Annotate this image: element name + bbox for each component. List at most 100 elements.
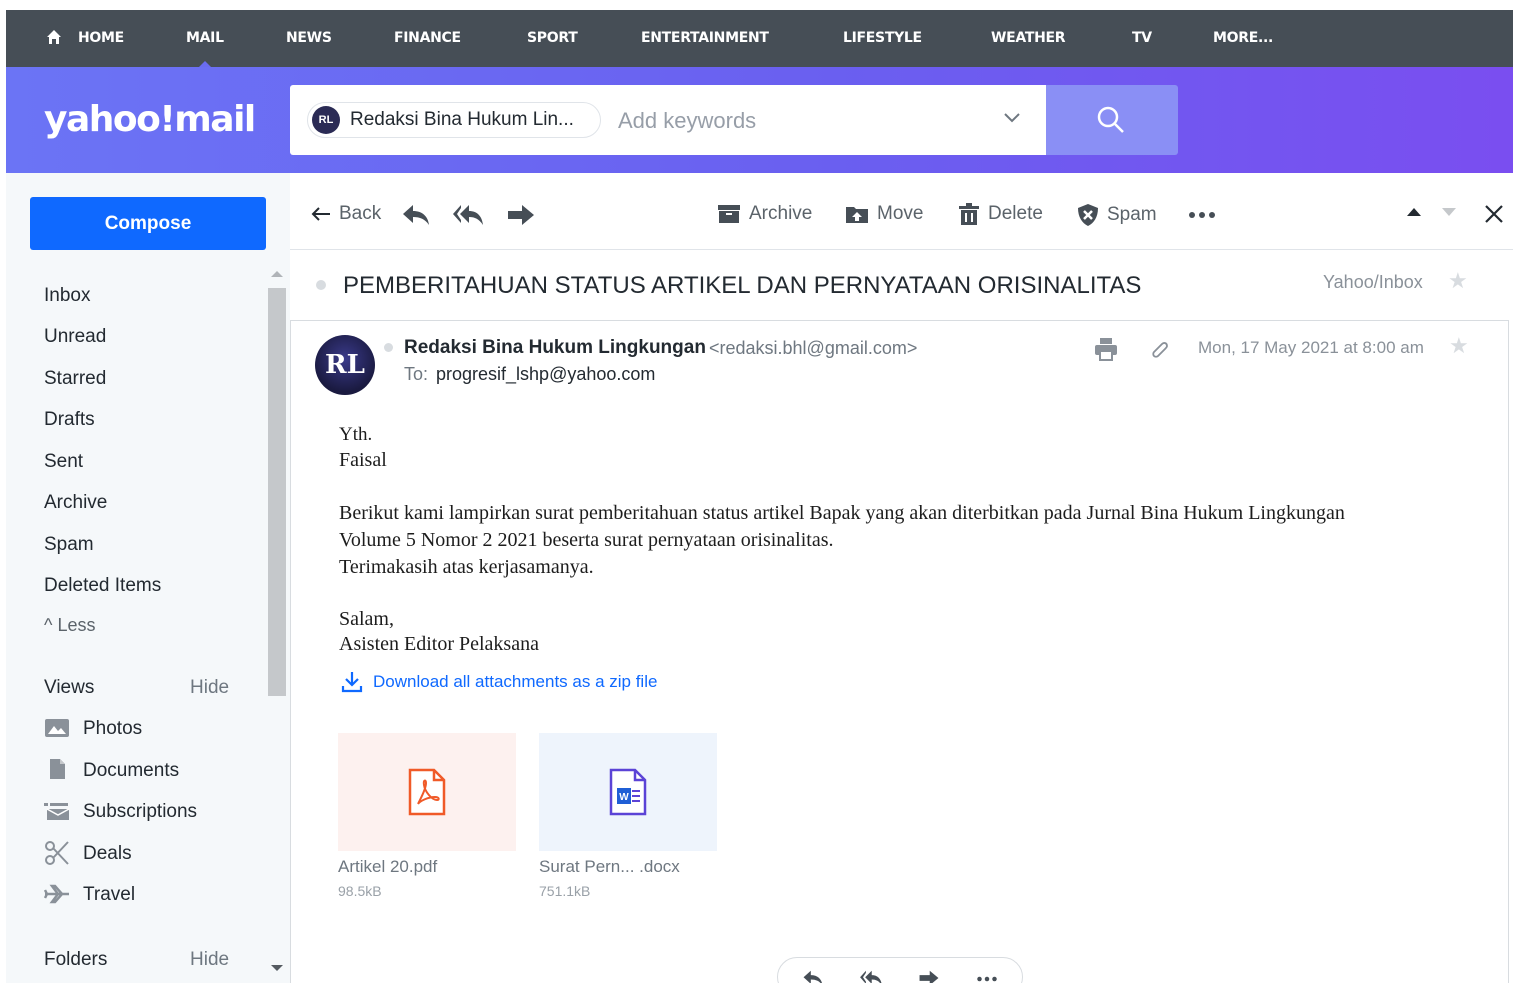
top-navigation-bar: HOME MAIL NEWS FINANCE SPORT ENTERTAINME… xyxy=(6,10,1513,68)
message-star-icon[interactable]: ★ xyxy=(1449,333,1469,359)
forward-icon[interactable] xyxy=(507,204,535,226)
compose-button[interactable]: Compose xyxy=(30,197,266,250)
move-icon xyxy=(846,207,868,223)
floating-action-bar xyxy=(777,957,1023,983)
chip-label: Redaksi Bina Hukum Lin... xyxy=(350,109,574,130)
nav-entertainment[interactable]: ENTERTAINMENT xyxy=(641,30,769,46)
search-button[interactable] xyxy=(1046,85,1178,155)
more-options-icon[interactable] xyxy=(974,976,1000,982)
reply-all-icon[interactable] xyxy=(452,204,484,226)
sidebar-item-deleted-items[interactable]: Deleted Items xyxy=(44,575,161,597)
nav-home[interactable]: HOME xyxy=(78,30,124,46)
attachment-size: 751.1kB xyxy=(539,883,591,899)
sidebar-item-travel[interactable]: Travel xyxy=(83,884,135,906)
sidebar-item-sent[interactable]: Sent xyxy=(44,451,83,473)
views-section-title: Views xyxy=(44,677,95,698)
nav-more[interactable]: MORE... xyxy=(1213,30,1273,46)
delete-button[interactable]: Delete xyxy=(958,203,1043,225)
archive-label: Archive xyxy=(749,203,813,224)
sidebar-item-inbox[interactable]: Inbox xyxy=(44,285,90,307)
sidebar-item-spam[interactable]: Spam xyxy=(44,534,94,556)
subject-row: PEMBERITAHUAN STATUS ARTIKEL DAN PERNYAT… xyxy=(290,250,1513,320)
reply-icon[interactable] xyxy=(802,970,824,983)
shield-icon xyxy=(1078,204,1098,226)
sidebar-scrollbar[interactable] xyxy=(268,288,286,696)
delete-label: Delete xyxy=(988,203,1043,224)
less-label: Less xyxy=(57,615,96,635)
reply-icon[interactable] xyxy=(402,204,430,226)
nav-weather[interactable]: WEATHER xyxy=(991,30,1066,46)
body-closing-2: Asisten Editor Pelaksana xyxy=(339,633,539,655)
reply-all-icon[interactable] xyxy=(858,970,884,983)
message-pane: Back Archive Move Delete Spam PEMBERITAH… xyxy=(290,173,1513,983)
sender-avatar: RL xyxy=(315,335,375,395)
message-toolbar: Back Archive Move Delete Spam xyxy=(290,173,1513,250)
spam-button[interactable]: Spam xyxy=(1077,203,1157,227)
previous-message-icon[interactable] xyxy=(1406,207,1422,217)
message-date: Mon, 17 May 2021 at 8:00 am xyxy=(1198,338,1424,357)
sidebar-item-archive[interactable]: Archive xyxy=(44,492,107,514)
home-icon[interactable] xyxy=(46,29,62,45)
sidebar-item-drafts[interactable]: Drafts xyxy=(44,409,95,431)
nav-tv[interactable]: TV xyxy=(1132,30,1152,46)
next-message-icon[interactable] xyxy=(1441,207,1457,217)
scroll-up-arrow-icon[interactable] xyxy=(271,271,283,277)
chevron-down-icon[interactable] xyxy=(1003,112,1021,124)
sidebar-item-deals[interactable]: Deals xyxy=(83,843,132,865)
sidebar-item-starred[interactable]: Starred xyxy=(44,368,106,390)
views-hide-button[interactable]: Hide xyxy=(190,677,229,699)
more-options-icon[interactable] xyxy=(1188,211,1216,219)
forward-icon[interactable] xyxy=(918,970,940,983)
yahoo-mail-logo[interactable]: yahoo!mail xyxy=(44,99,256,140)
star-icon[interactable]: ★ xyxy=(1448,268,1468,294)
search-icon xyxy=(1097,106,1124,133)
unread-dot[interactable] xyxy=(316,280,326,290)
body-greeting-1: Yth. xyxy=(339,424,373,445)
folders-section-title: Folders xyxy=(44,949,108,970)
attachment-pdf[interactable]: Artikel 20.pdf 98.5kB xyxy=(338,733,516,899)
sidebar-item-documents[interactable]: Documents xyxy=(83,760,179,782)
move-button[interactable]: Move xyxy=(845,203,923,225)
nav-news[interactable]: NEWS xyxy=(286,30,332,46)
print-icon[interactable] xyxy=(1094,337,1118,361)
sidebar-item-subscriptions[interactable]: Subscriptions xyxy=(83,801,197,823)
search-input[interactable]: Add keywords xyxy=(618,108,756,134)
download-all-attachments-link[interactable]: Download all attachments as a zip file xyxy=(341,671,657,693)
close-icon[interactable] xyxy=(1484,204,1504,224)
sidebar-item-photos[interactable]: Photos xyxy=(83,718,142,740)
sidebar-item-unread[interactable]: Unread xyxy=(44,326,106,348)
nav-lifestyle[interactable]: LIFESTYLE xyxy=(843,30,922,46)
pdf-file-icon xyxy=(408,768,446,816)
body-line-1: Berikut kami lampirkan surat pemberitahu… xyxy=(339,502,1345,524)
archive-button[interactable]: Archive xyxy=(717,203,812,225)
search-sender-chip[interactable]: RL Redaksi Bina Hukum Lin... xyxy=(307,102,601,138)
nav-finance[interactable]: FINANCE xyxy=(394,30,461,46)
paperclip-icon[interactable] xyxy=(1149,339,1171,361)
subscriptions-icon xyxy=(44,803,70,820)
airplane-icon xyxy=(44,884,69,904)
attachment-name: Surat Pern... .docx xyxy=(539,857,680,876)
recipient-email[interactable]: progresif_lshp@yahoo.com xyxy=(436,364,655,385)
documents-icon xyxy=(50,759,65,779)
search-box[interactable]: RL Redaksi Bina Hukum Lin... Add keyword… xyxy=(290,85,1046,155)
sender-email: <redaksi.bhl@gmail.com> xyxy=(709,338,918,358)
nav-mail[interactable]: MAIL xyxy=(186,30,224,68)
attachment-thumbnail[interactable]: W xyxy=(539,733,717,851)
message-subject: PEMBERITAHUAN STATUS ARTIKEL DAN PERNYAT… xyxy=(343,272,1142,299)
attachment-thumbnail[interactable] xyxy=(338,733,516,851)
download-all-label: Download all attachments as a zip file xyxy=(373,672,658,691)
message-folder-path[interactable]: Yahoo/Inbox xyxy=(1323,272,1423,293)
attachment-name: Artikel 20.pdf xyxy=(338,857,438,876)
less-toggle[interactable]: ^ Less xyxy=(44,615,95,636)
chip-avatar: RL xyxy=(312,106,340,134)
scissors-icon xyxy=(45,841,69,865)
attachment-docx[interactable]: W Surat Pern... .docx 751.1kB xyxy=(539,733,717,899)
folders-hide-button[interactable]: Hide xyxy=(190,949,229,971)
back-button[interactable]: Back xyxy=(311,203,381,225)
spam-label: Spam xyxy=(1107,204,1157,225)
read-status-dot[interactable] xyxy=(384,343,393,352)
nav-sport[interactable]: SPORT xyxy=(527,30,578,46)
chevron-up-icon: ^ xyxy=(44,615,58,635)
scroll-down-arrow-icon[interactable] xyxy=(271,965,283,971)
sender-name[interactable]: Redaksi Bina Hukum Lingkungan xyxy=(404,337,706,359)
